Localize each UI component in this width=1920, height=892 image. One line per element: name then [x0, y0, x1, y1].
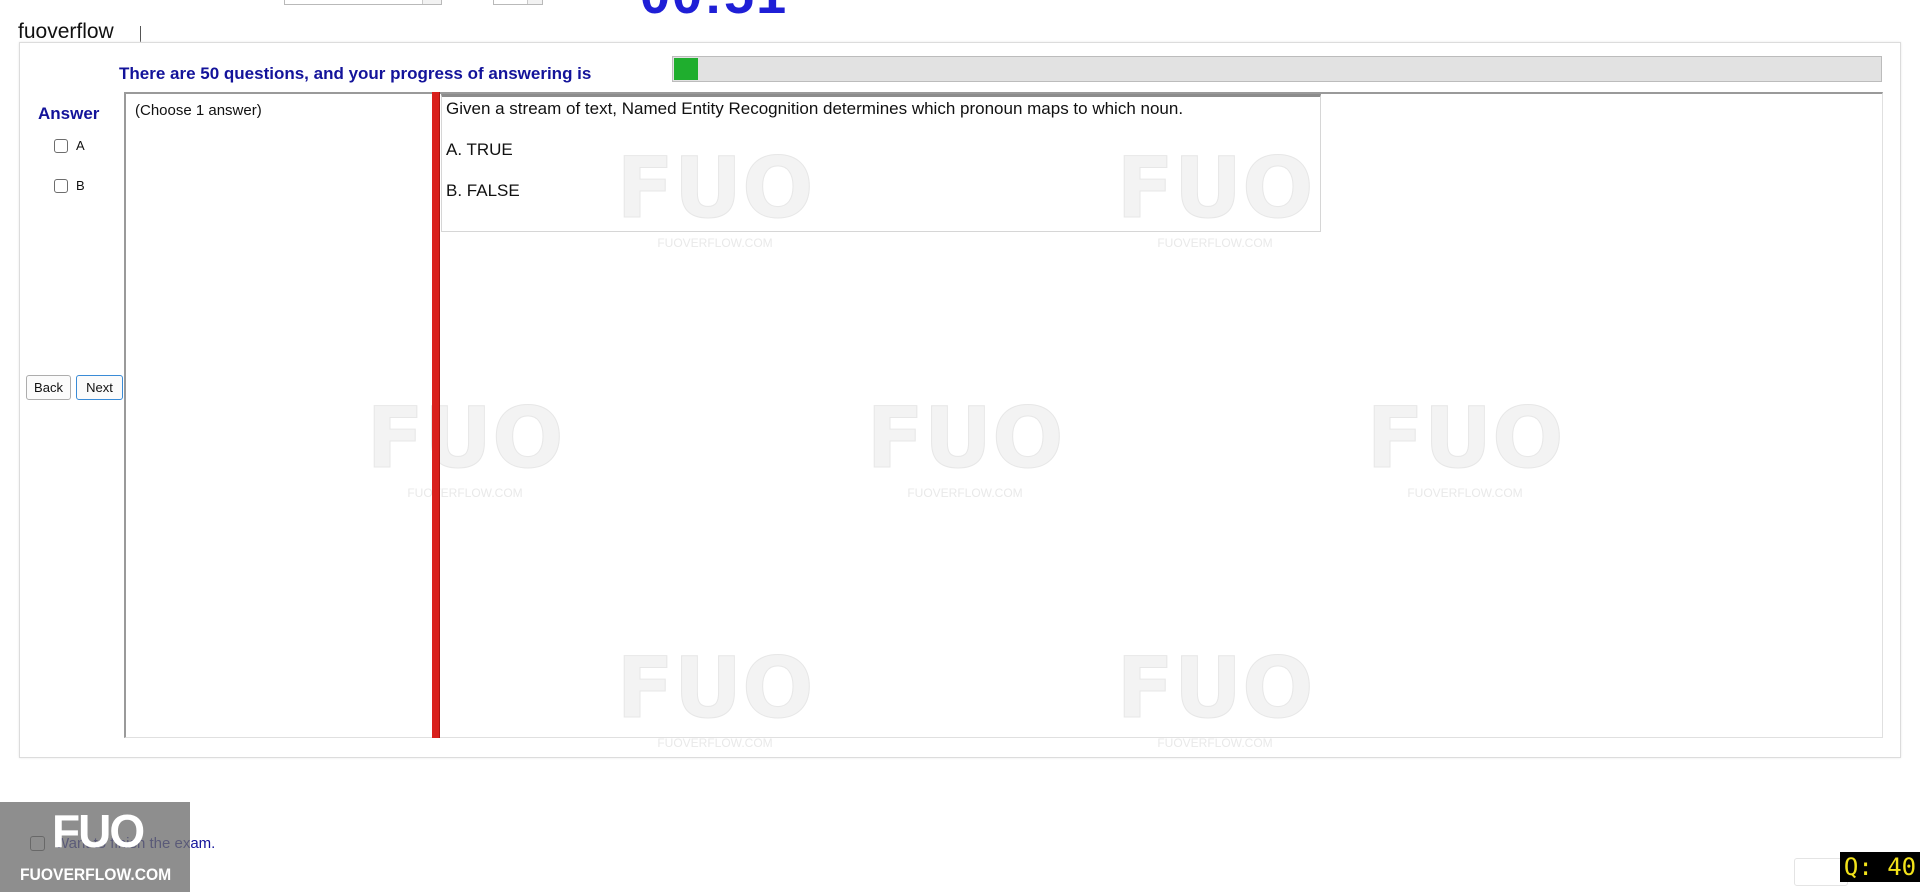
watermark-logo: FUO [1366, 389, 1564, 487]
watermark-logo: FUO [366, 389, 564, 487]
brand-label: fuoverflow [18, 20, 114, 43]
back-button[interactable]: Back [26, 375, 71, 400]
watermark-site: FUOVERFLOW.COM [1157, 736, 1273, 750]
top-spinner[interactable] [493, 0, 543, 5]
logo-mark: FUO [52, 805, 145, 857]
checkbox-a[interactable] [54, 138, 68, 153]
exam-timer: 00:51 [640, 0, 788, 20]
question-option-a: A. TRUE [446, 140, 513, 159]
progress-text: There are 50 questions, and your progres… [119, 64, 592, 83]
watermark: FUO FUOVERFLOW.COM [1110, 640, 1320, 760]
question-option-b: B. FALSE [446, 181, 520, 200]
watermark-site: FUOVERFLOW.COM [1407, 486, 1523, 500]
logo-site: FUOVERFLOW.COM [20, 865, 172, 884]
next-button[interactable]: Next [76, 375, 123, 400]
answer-option-a-label: A [76, 138, 85, 153]
spinner-arrow-icon[interactable] [527, 0, 542, 4]
fuoverflow-logo: FUO FUOVERFLOW.COM [0, 802, 190, 892]
top-dropdown[interactable] [284, 0, 442, 5]
answer-option-b-label: B [76, 178, 85, 193]
progress-bar [672, 56, 1882, 82]
watermark: FUO FUOVERFLOW.COM [360, 390, 570, 510]
watermark-site: FUOVERFLOW.COM [657, 736, 773, 750]
question-number-badge: Q: 40 [1840, 852, 1920, 882]
watermark-site: FUOVERFLOW.COM [1157, 236, 1273, 250]
checkbox-b[interactable] [54, 178, 68, 193]
progress-fill [674, 58, 698, 80]
answer-option-b[interactable]: B [54, 178, 85, 193]
choose-instruction: (Choose 1 answer) [135, 102, 262, 119]
answer-option-a[interactable]: A [54, 138, 85, 153]
watermark-site: FUOVERFLOW.COM [907, 486, 1023, 500]
watermark: FUO FUOVERFLOW.COM [1360, 390, 1570, 510]
watermark-logo: FUO [1116, 639, 1314, 737]
watermark-logo: FUO [866, 389, 1064, 487]
answer-title: Answer [38, 104, 100, 123]
watermark-site: FUOVERFLOW.COM [657, 236, 773, 250]
watermark-logo: FUO [616, 639, 814, 737]
exam-window: 00:51 fuoverflow There are 50 questions,… [0, 0, 1920, 892]
watermark: FUO FUOVERFLOW.COM [610, 640, 820, 760]
dropdown-arrow-icon[interactable] [422, 0, 441, 4]
question-text: Given a stream of text, Named Entity Rec… [446, 99, 1184, 118]
watermark: FUO FUOVERFLOW.COM [860, 390, 1070, 510]
watermark-site: FUOVERFLOW.COM [407, 486, 523, 500]
pane-splitter[interactable] [432, 92, 439, 738]
